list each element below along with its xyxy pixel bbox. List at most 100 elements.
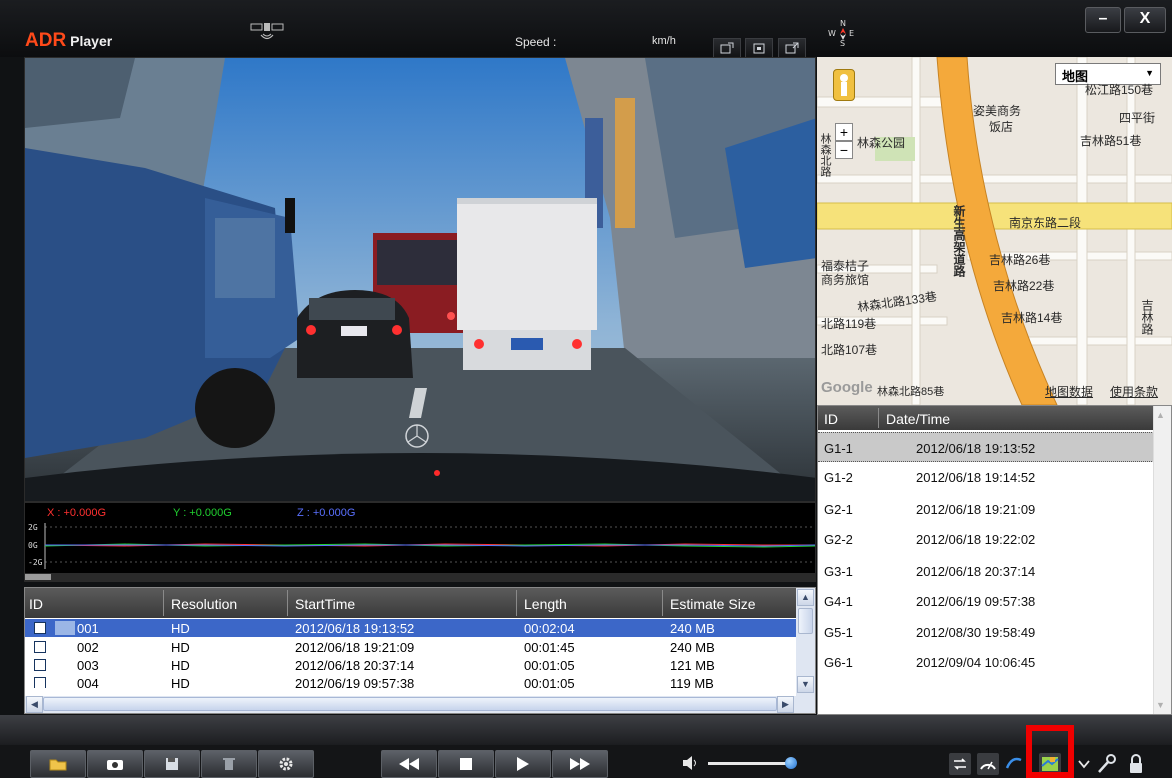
gps-row[interactable]: G2-2 2012/06/18 19:22:02 xyxy=(818,524,1154,554)
clip-id: 003 xyxy=(77,658,99,673)
clip-row-003[interactable]: 003 HD 2012/06/18 20:37:14 00:01:05 121 … xyxy=(25,656,797,674)
app-logo: ADR Player xyxy=(25,30,112,52)
gps-datetime: 2012/06/18 19:14:52 xyxy=(916,470,1036,485)
gps-col-header-id[interactable]: ID xyxy=(824,411,838,427)
svg-text:N: N xyxy=(840,19,846,28)
gps-row[interactable]: G1-2 2012/06/18 19:14:52 xyxy=(818,462,1154,492)
stop-button[interactable] xyxy=(438,750,494,778)
gps-datetime: 2012/06/18 20:37:14 xyxy=(916,564,1036,579)
volume-icon[interactable] xyxy=(682,755,700,771)
scroll-down-button[interactable]: ▼ xyxy=(1156,700,1165,710)
map-label: 吉林路26巷 xyxy=(989,253,1051,267)
scroll-up-button[interactable]: ▲ xyxy=(797,589,814,606)
clip-table-vscrollbar[interactable]: ▲ ▼ xyxy=(796,588,815,696)
clip-checkbox[interactable] xyxy=(34,659,46,671)
zoom-out-button[interactable]: − xyxy=(835,141,853,159)
map-label: 林森北路85巷 xyxy=(877,386,945,398)
gps-col-header-datetime[interactable]: Date/Time xyxy=(886,411,950,427)
clip-checkbox[interactable] xyxy=(34,677,46,688)
gps-list-scrollbar[interactable]: ▲ ▼ xyxy=(1153,406,1171,714)
save-button[interactable] xyxy=(144,750,200,778)
gps-datetime: 2012/06/19 09:57:38 xyxy=(916,594,1036,609)
clip-resolution: HD xyxy=(171,640,190,655)
scroll-left-button[interactable]: ◀ xyxy=(26,696,43,713)
navigate-button[interactable] xyxy=(1004,752,1024,776)
play-button[interactable] xyxy=(495,750,551,778)
gps-row[interactable]: G5-1 2012/08/30 19:58:49 xyxy=(818,617,1154,647)
col-header-resolution[interactable]: Resolution xyxy=(171,596,237,612)
col-header-length[interactable]: Length xyxy=(524,596,567,612)
playback-speed-button[interactable] xyxy=(976,752,1000,776)
scroll-right-button[interactable]: ▶ xyxy=(777,696,794,713)
gps-datetime: 2012/06/18 19:21:09 xyxy=(916,502,1036,517)
minimize-button[interactable]: – xyxy=(1085,7,1121,33)
scroll-thumb[interactable] xyxy=(798,608,813,634)
key-button[interactable] xyxy=(1095,752,1119,776)
arrow-icon xyxy=(1005,757,1022,769)
fast-forward-button[interactable] xyxy=(552,750,608,778)
clip-row-001[interactable]: 001 HD 2012/06/18 19:13:52 00:02:04 240 … xyxy=(25,619,797,637)
video-player[interactable] xyxy=(24,57,816,502)
g-sensor-scrollbar[interactable] xyxy=(25,573,815,581)
svg-text:S: S xyxy=(840,39,845,48)
window-mode-icon xyxy=(753,43,765,54)
gps-row[interactable]: G1-1 2012/06/18 19:13:52 xyxy=(818,432,1154,462)
col-header-id[interactable]: ID xyxy=(29,596,43,612)
gps-datetime: 2012/09/04 10:06:45 xyxy=(916,655,1036,670)
adr-player-window: ADR Player Speed : km/h N W E S – X X: … xyxy=(0,0,1172,778)
volume-slider-track[interactable] xyxy=(708,762,793,765)
snapshot-button[interactable] xyxy=(87,750,143,778)
key-icon xyxy=(1098,754,1116,773)
speed-label: Speed : xyxy=(515,35,557,49)
speed-unit: km/h xyxy=(652,35,676,47)
g-sensor-scroll-thumb[interactable] xyxy=(25,574,51,580)
open-folder-button[interactable] xyxy=(30,750,86,778)
map-view[interactable]: 地图 ▼ + − 松江路150巷 四平街 姿美商务 饭店 吉林路51巷 林森公园… xyxy=(817,57,1172,405)
g-sensor-plot xyxy=(44,523,816,569)
map-data-link[interactable]: 地图数据 xyxy=(1045,383,1093,400)
close-button[interactable]: X xyxy=(1124,7,1166,33)
save-icon xyxy=(166,758,178,770)
dashcam-frame-image xyxy=(25,58,815,501)
scroll-thumb[interactable] xyxy=(43,697,777,711)
folder-icon xyxy=(49,759,67,771)
gps-row[interactable]: G3-1 2012/06/18 20:37:14 xyxy=(818,556,1154,586)
brand-main: ADR xyxy=(25,30,67,51)
gps-id: G5-1 xyxy=(824,625,853,640)
clip-start: 2012/06/18 19:13:52 xyxy=(295,621,415,636)
clip-checkbox[interactable] xyxy=(34,622,46,634)
gps-row[interactable]: G6-1 2012/09/04 10:06:45 xyxy=(818,647,1154,677)
clip-row-004[interactable]: 004 HD 2012/06/19 09:57:38 00:01:05 119 … xyxy=(25,674,797,688)
map-terms-link[interactable]: 使用条款 xyxy=(1110,383,1158,400)
map-label: 姿美商务 xyxy=(973,104,1022,118)
zoom-in-button[interactable]: + xyxy=(835,123,853,141)
clip-table: ID Resolution StartTime Length Estimate … xyxy=(24,587,816,714)
street-view-pegman-icon[interactable] xyxy=(833,69,855,101)
volume-slider-knob[interactable] xyxy=(785,757,797,769)
clip-checkbox[interactable] xyxy=(34,641,46,653)
clip-resolution: HD xyxy=(171,658,190,673)
clip-table-header: ID Resolution StartTime Length Estimate … xyxy=(25,588,797,618)
repeat-icon xyxy=(949,753,971,775)
clip-resolution: HD xyxy=(171,621,190,636)
view-mode-3-button[interactable] xyxy=(778,38,806,58)
col-header-estimate-size[interactable]: Estimate Size xyxy=(670,596,756,612)
options-dropdown-button[interactable] xyxy=(1077,752,1091,776)
clip-row-002[interactable]: 002 HD 2012/06/18 19:21:09 00:01:45 240 … xyxy=(25,638,797,656)
scroll-down-button[interactable]: ▼ xyxy=(797,676,814,693)
control-bar-top xyxy=(0,715,1172,745)
repeat-button[interactable] xyxy=(948,752,972,776)
view-mode-2-button[interactable] xyxy=(745,38,773,58)
chevron-down-icon: ▼ xyxy=(1145,68,1154,78)
delete-button[interactable] xyxy=(201,750,257,778)
gps-row[interactable]: G2-1 2012/06/18 19:21:09 xyxy=(818,494,1154,524)
gps-row[interactable]: G4-1 2012/06/19 09:57:38 xyxy=(818,586,1154,616)
map-label: 四平街 xyxy=(1119,111,1156,125)
rewind-button[interactable] xyxy=(381,750,437,778)
col-header-starttime[interactable]: StartTime xyxy=(295,596,355,612)
clip-table-hscrollbar[interactable]: ◀ ▶ xyxy=(25,696,815,713)
settings-button[interactable] xyxy=(258,750,314,778)
view-mode-1-button[interactable] xyxy=(713,38,741,58)
lock-button[interactable] xyxy=(1124,752,1148,776)
scroll-up-button[interactable]: ▲ xyxy=(1156,410,1165,420)
